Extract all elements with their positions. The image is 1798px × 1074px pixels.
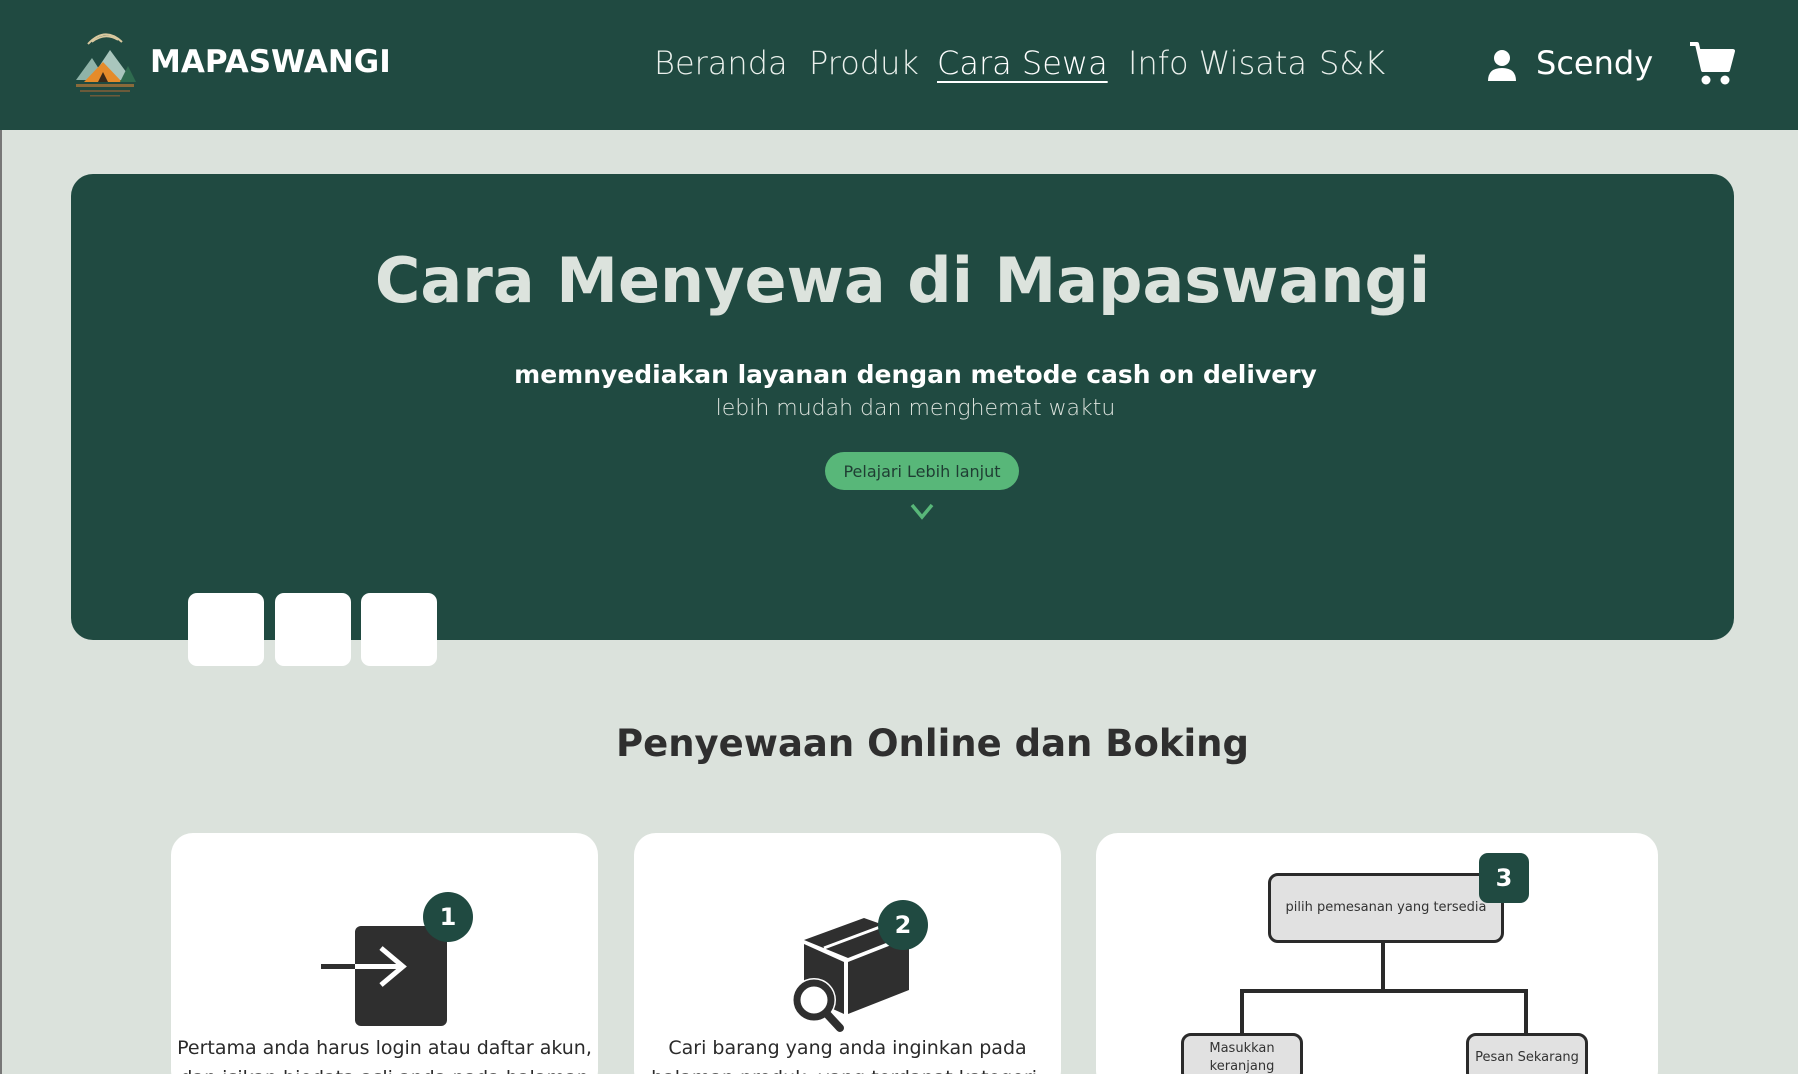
nav-link-beranda[interactable]: Beranda <box>654 44 788 82</box>
step-badge-2: 2 <box>878 900 928 950</box>
flow-step-add-to-cart: Masukkan keranjang <box>1181 1033 1303 1074</box>
learn-more-button[interactable]: Pelajari Lebih lanjut <box>825 452 1019 490</box>
step-text-1: Pertama anda harus login atau daftar aku… <box>177 1037 592 1074</box>
step-card-1: 1 Pertama anda harus login atau daftar a… <box>171 833 598 1074</box>
nav-link-cara-sewa[interactable]: Cara Sewa <box>937 44 1108 82</box>
hero-title: Cara Menyewa di Mapaswangi <box>374 244 1431 317</box>
section-title: Penyewaan Online dan Boking <box>616 722 1249 765</box>
mapaswangi-logo[interactable] <box>70 22 140 104</box>
nav-link-info-wisata[interactable]: Info Wisata <box>1128 44 1307 82</box>
carousel-dot-1[interactable] <box>188 593 264 666</box>
cart-icon[interactable] <box>1688 40 1736 88</box>
hero-tagline: lebih mudah dan menghemat waktu <box>715 396 1116 421</box>
step-card-2: 2 Cari barang yang anda inginkan pada ha… <box>634 833 1061 1074</box>
step-card-3: pilih pemesanan yang tersedia Masukkan k… <box>1096 833 1658 1074</box>
nav-link-produk[interactable]: Produk <box>809 44 919 82</box>
step-badge-1: 1 <box>423 892 473 942</box>
brand-name[interactable]: MAPASWANGI <box>150 44 391 80</box>
user-icon[interactable] <box>1486 48 1518 82</box>
carousel-dot-2[interactable] <box>275 593 351 666</box>
hero-subtitle: memnyediakan layanan dengan metode cash … <box>514 360 1317 389</box>
user-name[interactable]: Scendy <box>1536 44 1653 82</box>
flow-step-choose-order: pilih pemesanan yang tersedia <box>1268 873 1504 943</box>
step-text-2: Cari barang yang anda inginkan pada hala… <box>651 1037 1044 1074</box>
flow-step-order-now: Pesan Sekarang <box>1466 1033 1588 1074</box>
carousel-dot-3[interactable] <box>361 593 437 666</box>
step-badge-3: 3 <box>1479 853 1529 903</box>
chevron-down-icon[interactable] <box>907 500 937 522</box>
nav-link-snk[interactable]: S&K <box>1319 44 1385 82</box>
page-left-edge <box>0 130 2 1074</box>
hero-banner: Cara Menyewa di Mapaswangi memnyediakan … <box>71 174 1734 666</box>
navbar: MAPASWANGI Beranda Produk Cara Sewa Info… <box>0 0 1798 130</box>
